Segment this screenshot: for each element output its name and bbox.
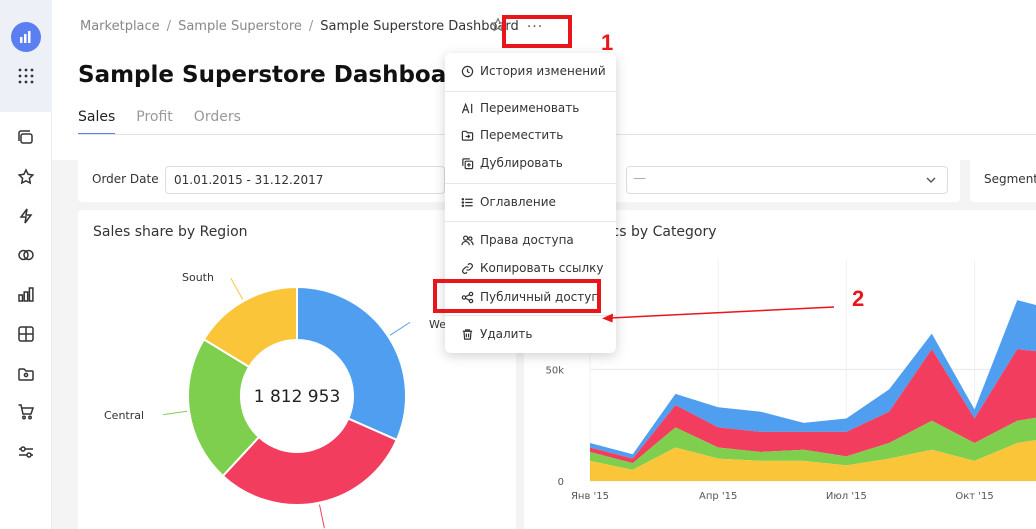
breadcrumb-marketplace[interactable]: Marketplace (80, 19, 160, 34)
apps-grid-icon[interactable] (16, 66, 36, 86)
menu-item-label: Дублировать (480, 156, 563, 170)
donut-leader-line (163, 410, 188, 416)
link-icon (460, 261, 474, 275)
favorites-star-icon[interactable] (16, 167, 36, 187)
trash-icon (460, 327, 474, 341)
datasets-rings-icon[interactable] (16, 245, 36, 265)
y-tick-label: 0 (558, 477, 564, 488)
collections-icon[interactable] (16, 128, 36, 148)
segment-filter[interactable]: Segment (970, 157, 1036, 202)
sidebar-top (0, 0, 52, 112)
menu-divider (445, 91, 616, 92)
annotation-arrow (602, 306, 835, 323)
menu-item-duplicate[interactable]: Дублировать (445, 151, 616, 175)
move-folder-icon (460, 128, 474, 142)
menu-item-delete[interactable]: Удалить (445, 322, 616, 346)
dashboard-tabs: Sales Profit Orders (78, 109, 241, 135)
order-date-input[interactable]: 01.01.2015 - 31.12.2017 (165, 166, 445, 194)
settings-sliders-icon[interactable] (16, 442, 36, 462)
menu-item-label: История изменений (480, 64, 606, 78)
duplicate-icon (460, 156, 474, 170)
charts-bar-icon[interactable] (16, 285, 36, 305)
donut-leader-line (319, 504, 325, 529)
menu-divider (445, 183, 616, 184)
page-title: Sample Superstore Dashboard (78, 62, 475, 88)
connections-bolt-icon[interactable] (16, 206, 36, 226)
segment-label: Segment (984, 172, 1036, 186)
tab-orders[interactable]: Orders (194, 109, 241, 135)
donut-leader-line (389, 321, 411, 336)
list-icon (460, 195, 474, 209)
menu-item-table-of-contents[interactable]: Оглавление (445, 190, 616, 214)
menu-item-copy-link[interactable]: Копировать ссылку (445, 256, 616, 280)
folder-icon[interactable] (16, 364, 36, 384)
x-tick-label: Июл '15 (826, 491, 867, 502)
order-date-label: Order Date (92, 172, 159, 186)
menu-divider (445, 221, 616, 222)
menu-item-access-rights[interactable]: Права доступа (445, 228, 616, 252)
sidebar (0, 0, 52, 529)
filter-select[interactable]: — (626, 166, 948, 194)
marketplace-cart-icon[interactable] (16, 402, 36, 422)
donut-label-west: We (429, 318, 446, 331)
menu-item-label: Оглавление (480, 195, 556, 209)
menu-item-label: Копировать ссылку (480, 261, 604, 275)
breadcrumb-sample-superstore[interactable]: Sample Superstore (178, 19, 302, 34)
highlight-box-more-button (502, 15, 572, 48)
menu-item-label: Права доступа (480, 233, 574, 247)
breadcrumb-separator: / (308, 19, 314, 34)
donut-slice-west[interactable] (296, 285, 407, 442)
tab-sales[interactable]: Sales (78, 109, 116, 135)
x-tick-label: Янв '15 (571, 491, 609, 502)
dashboards-grid-icon[interactable] (16, 324, 36, 344)
donut-label-central: Central (104, 409, 144, 422)
rename-icon (460, 101, 474, 115)
menu-item-history[interactable]: История изменений (445, 59, 616, 83)
donut-center-total: 1 812 953 (254, 387, 341, 407)
donut-label-south: South (182, 271, 214, 284)
tab-profit[interactable]: Profit (136, 109, 173, 135)
x-tick-label: Окт '15 (955, 491, 993, 502)
annotation-step-2: 2 (852, 286, 865, 311)
clock-icon (460, 64, 474, 78)
breadcrumb-separator: / (166, 19, 172, 34)
menu-item-label: Удалить (480, 327, 533, 341)
menu-item-rename[interactable]: Переименовать (445, 96, 616, 120)
menu-divider (445, 315, 616, 316)
menu-item-label: Переместить (480, 128, 564, 142)
chevron-down-icon (926, 177, 936, 183)
logo-icon[interactable] (11, 22, 41, 52)
select-value: — (633, 171, 646, 186)
annotation-step-1: 1 (601, 30, 614, 55)
highlight-box-public-access (433, 279, 601, 313)
y-tick-label: 50k (545, 365, 564, 376)
breadcrumb: Marketplace / Sample Superstore / Sample… (80, 19, 519, 34)
users-icon (460, 233, 474, 247)
donut-leader-line (230, 278, 244, 300)
menu-item-label: Переименовать (480, 101, 580, 115)
x-tick-label: Апр '15 (699, 491, 737, 502)
menu-item-move[interactable]: Переместить (445, 123, 616, 147)
